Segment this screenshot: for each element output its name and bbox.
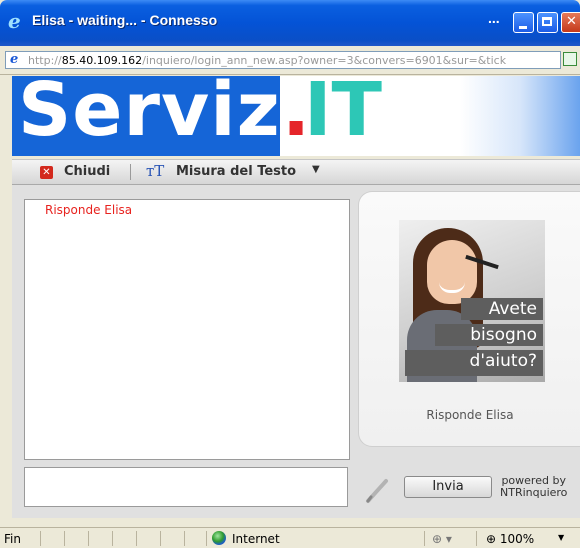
lock-icon[interactable]: ⊕ ▾ <box>432 532 452 546</box>
agent-panel: Avete bisogno d'aiuto? Risponde Elisa <box>358 191 580 447</box>
status-divider <box>40 531 41 546</box>
window-title: Elisa - waiting... - Connesso <box>32 12 218 28</box>
status-divider <box>88 531 89 546</box>
ie-icon: e <box>8 9 21 33</box>
globe-icon <box>212 531 226 545</box>
photo-caption-line: Avete <box>461 298 543 320</box>
status-divider <box>184 531 185 546</box>
url-text: http://85.40.109.162/inquiero/login_ann_… <box>28 54 558 67</box>
address-bar: e http://85.40.109.162/inquiero/login_an… <box>0 46 580 75</box>
photo-caption-line: d'aiuto? <box>405 350 543 376</box>
powered-by: powered by NTRinquiero <box>500 475 567 499</box>
status-divider <box>64 531 65 546</box>
url-host: 85.40.109.162 <box>61 54 143 67</box>
chevron-down-icon[interactable]: ▼ <box>312 164 320 175</box>
pen-icon <box>366 479 388 503</box>
status-divider <box>160 531 161 546</box>
toolbar-divider <box>130 164 131 180</box>
brand-banner: Servizi . IT <box>12 76 580 156</box>
photo-caption-line: bisogno <box>435 324 543 346</box>
powered-brand: NTRinquiero <box>500 486 568 499</box>
close-icon[interactable]: ✕ <box>40 166 53 179</box>
chat-toolbar: ✕ Chiudi ᴛT Misura del Testo ▼ <box>12 159 580 185</box>
chat-message: Risponde Elisa <box>45 203 133 217</box>
minimize-button[interactable] <box>513 12 534 33</box>
title-ellipsis: ... <box>488 10 500 26</box>
status-text: Fin <box>4 532 21 546</box>
status-divider <box>424 531 425 546</box>
agent-photo: Avete bisogno d'aiuto? <box>399 220 545 382</box>
chat-transcript[interactable]: Risponde Elisa <box>24 199 350 460</box>
close-chat-button[interactable]: Chiudi <box>64 164 110 179</box>
agent-caption: Risponde Elisa <box>426 408 514 422</box>
url-scheme: http:// <box>28 54 62 67</box>
chat-main: Risponde Elisa Avete bisogno d'aiuto? Ri… <box>12 185 580 518</box>
maximize-button[interactable] <box>537 12 558 33</box>
status-divider <box>112 531 113 546</box>
text-size-button[interactable]: Misura del Testo <box>176 164 296 179</box>
status-divider <box>476 531 477 546</box>
zoom-level[interactable]: ⊕ 100% <box>486 532 534 546</box>
close-window-button[interactable] <box>561 12 580 33</box>
address-field[interactable]: e http://85.40.109.162/inquiero/login_an… <box>5 51 561 69</box>
status-bar: Fin Internet ⊕ ▾ ⊕ 100% ▼ <box>0 527 580 548</box>
brand-word: Servizi <box>18 76 308 153</box>
security-zone[interactable]: Internet <box>232 532 280 546</box>
window-titlebar[interactable]: e Elisa - waiting... - Connesso ... <box>0 0 580 46</box>
zoom-icon: ⊕ <box>486 532 497 546</box>
zoom-value: 100% <box>499 532 535 546</box>
text-size-icon[interactable]: ᴛT <box>146 162 164 180</box>
status-divider <box>206 531 207 546</box>
go-icon[interactable] <box>563 52 577 66</box>
brand-suffix: IT <box>304 76 383 153</box>
photo-face <box>427 240 477 304</box>
message-input[interactable] <box>24 467 348 507</box>
page-icon: e <box>10 52 19 67</box>
send-button[interactable]: Invia <box>404 476 492 498</box>
url-path: /inquiero/login_ann_new.asp?owner=3&conv… <box>142 54 507 67</box>
chevron-down-icon[interactable]: ▼ <box>558 533 564 542</box>
status-divider <box>136 531 137 546</box>
